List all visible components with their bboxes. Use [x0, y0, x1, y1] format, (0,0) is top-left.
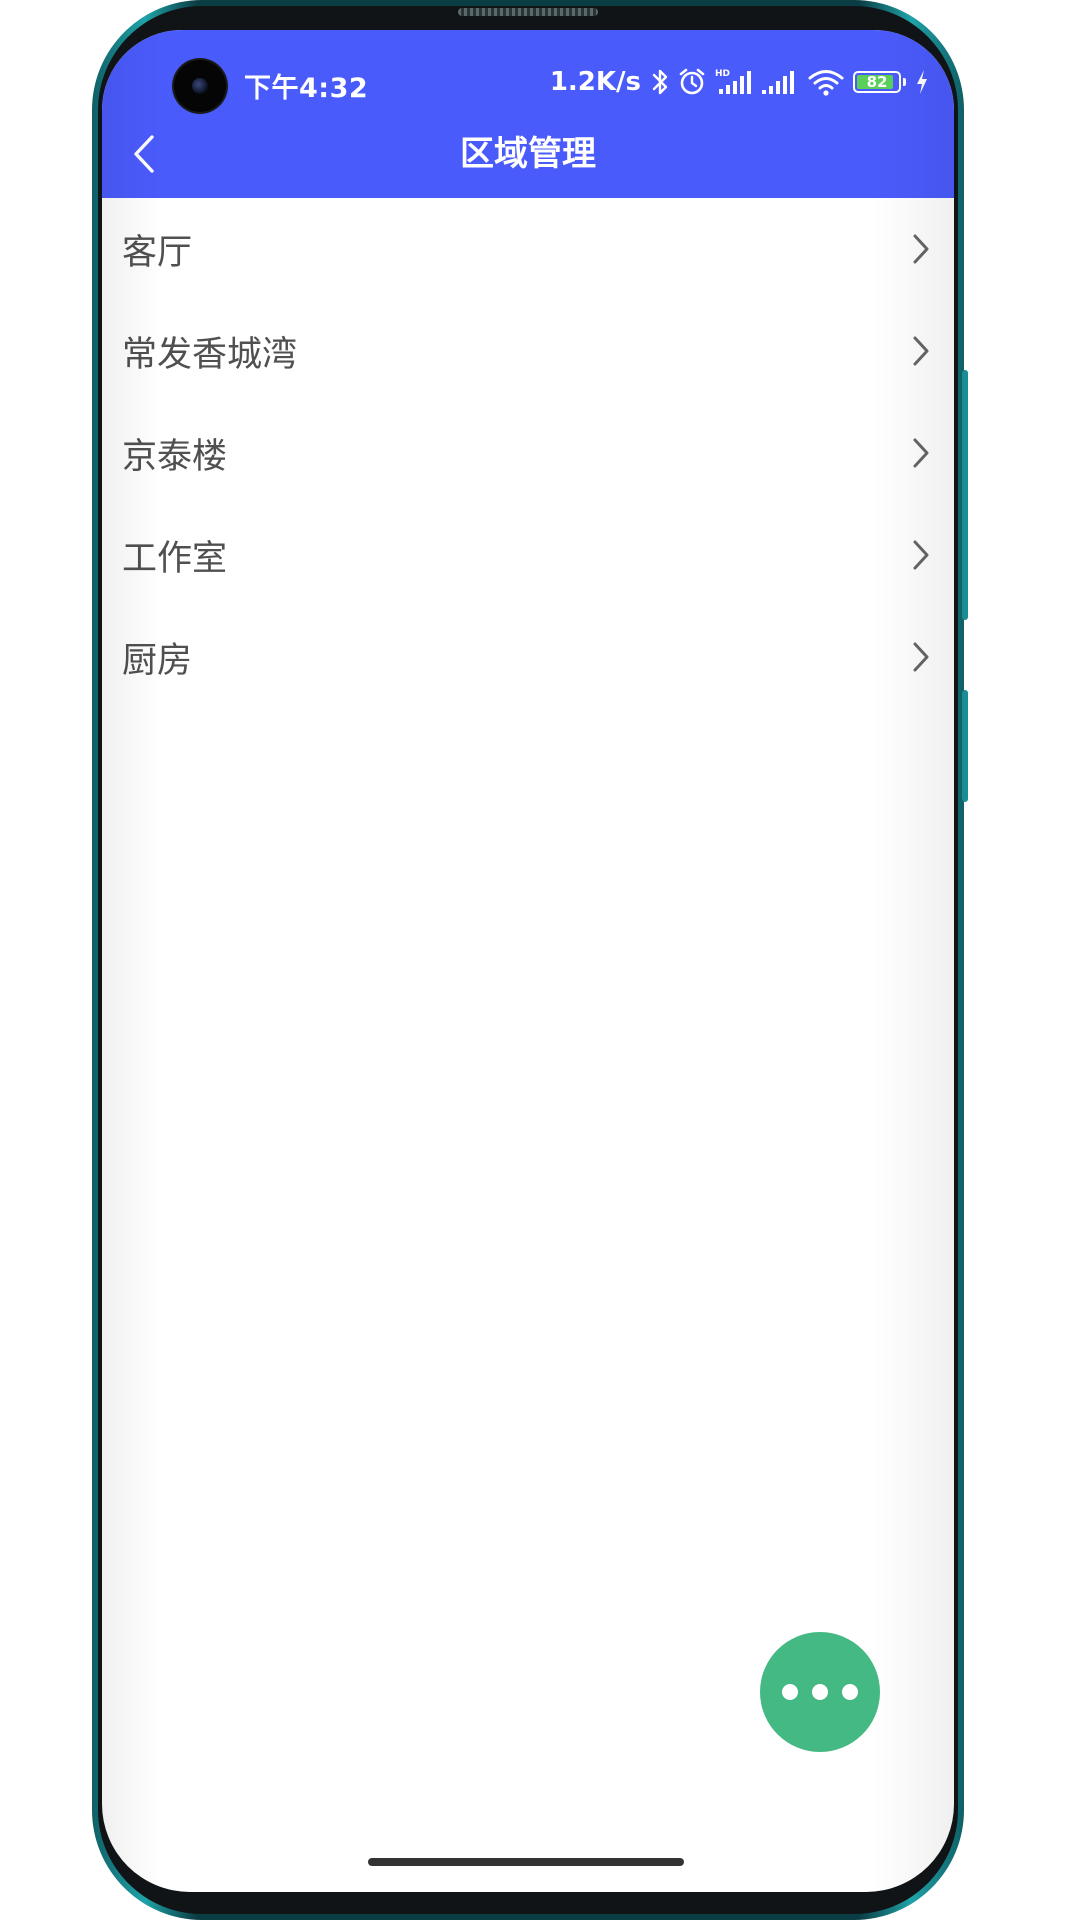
chevron-right-icon	[913, 642, 929, 672]
earpiece-speaker	[458, 8, 598, 16]
app-screen: 下午4:32 1.2K/s HD 82 区域管理 客厅 常发香城湾 京泰楼 工作…	[102, 30, 954, 1892]
network-speed: 1.2K/s	[549, 67, 641, 97]
area-item-label: 京泰楼	[122, 436, 228, 477]
chevron-right-icon	[913, 336, 929, 366]
fab-dot	[782, 1684, 798, 1700]
more-horizontal-icon	[782, 1684, 858, 1700]
power-button	[962, 690, 968, 802]
area-item[interactable]: 客厅	[102, 198, 954, 300]
fab-dot	[842, 1684, 858, 1700]
area-list: 客厅 常发香城湾 京泰楼 工作室 厨房	[102, 198, 954, 708]
wifi-icon	[807, 67, 845, 97]
fab-dot	[812, 1684, 828, 1700]
app-bar: 下午4:32 1.2K/s HD 82 区域管理	[102, 30, 954, 198]
more-actions-button[interactable]	[760, 1632, 880, 1752]
page-title: 区域管理	[460, 134, 596, 174]
battery-tip	[903, 78, 906, 86]
status-time: 下午4:32	[244, 73, 369, 104]
hd-signal-icon: HD	[715, 67, 753, 97]
chevron-right-icon	[913, 540, 929, 570]
area-item[interactable]: 京泰楼	[102, 402, 954, 504]
status-icons: 1.2K/s HD 82	[550, 64, 930, 100]
alarm-icon	[677, 67, 707, 97]
camera-lens	[192, 78, 208, 94]
volume-button	[962, 370, 968, 620]
signal-icon	[761, 67, 799, 97]
battery-icon: 82	[853, 71, 901, 93]
area-item-label: 客厅	[122, 232, 193, 273]
home-indicator[interactable]	[368, 1858, 684, 1866]
chevron-right-icon	[913, 234, 929, 264]
area-item[interactable]: 工作室	[102, 504, 954, 606]
svg-text:HD: HD	[715, 69, 730, 79]
area-item-label: 厨房	[122, 640, 193, 681]
chevron-right-icon	[913, 438, 929, 468]
area-item[interactable]: 厨房	[102, 606, 954, 708]
front-camera	[174, 60, 226, 112]
battery-level: 82	[866, 73, 888, 91]
bluetooth-icon	[651, 67, 669, 97]
area-item-label: 常发香城湾	[122, 334, 298, 375]
area-item-label: 工作室	[122, 538, 228, 579]
area-item[interactable]: 常发香城湾	[102, 300, 954, 402]
charging-icon	[914, 68, 930, 96]
device-mockup: 下午4:32 1.2K/s HD 82 区域管理 客厅 常发香城湾 京泰楼 工作…	[0, 0, 1080, 1920]
